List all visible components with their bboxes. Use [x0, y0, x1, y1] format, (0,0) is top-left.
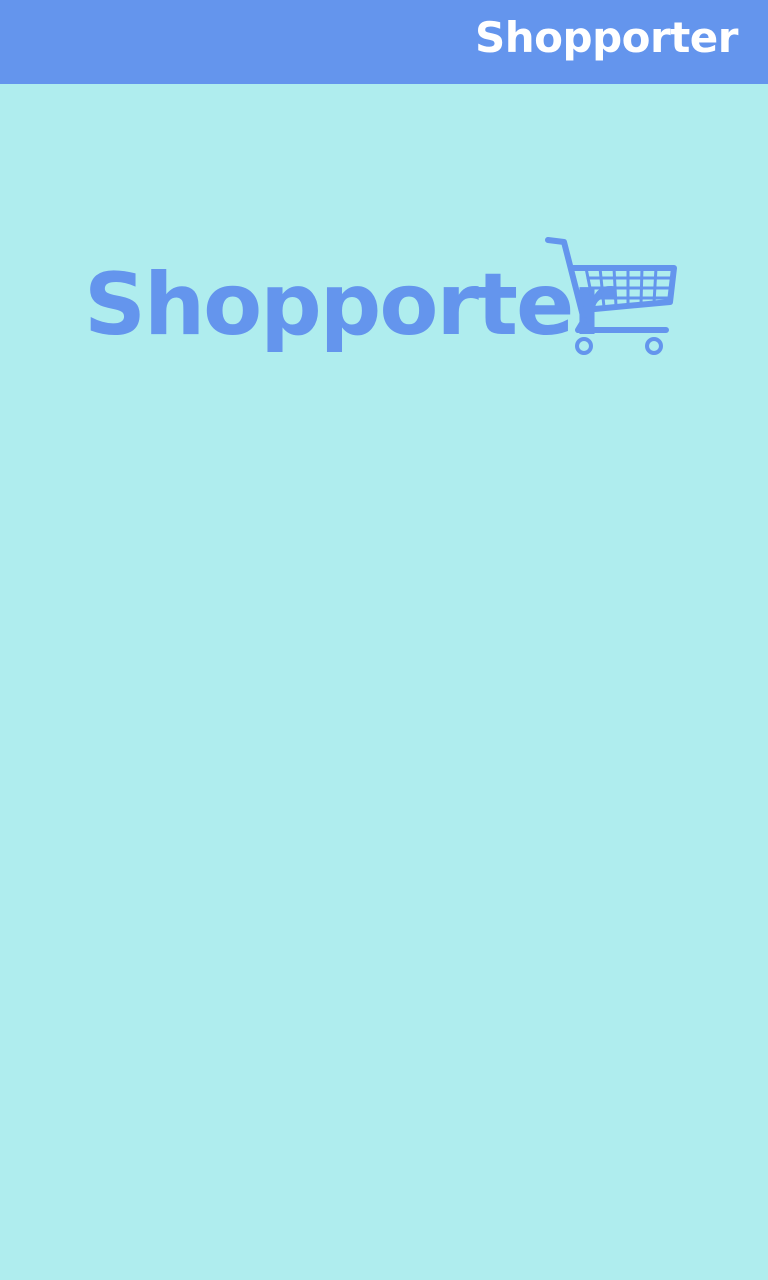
shopping-cart-icon — [545, 237, 677, 355]
splash-content: Shopporter — [0, 84, 768, 1280]
logo-wordmark: Shopporter — [84, 255, 615, 355]
app-bar-title: Shopporter — [475, 13, 738, 62]
app-bar: Shopporter — [0, 0, 768, 84]
app-logo: Shopporter — [84, 236, 684, 368]
